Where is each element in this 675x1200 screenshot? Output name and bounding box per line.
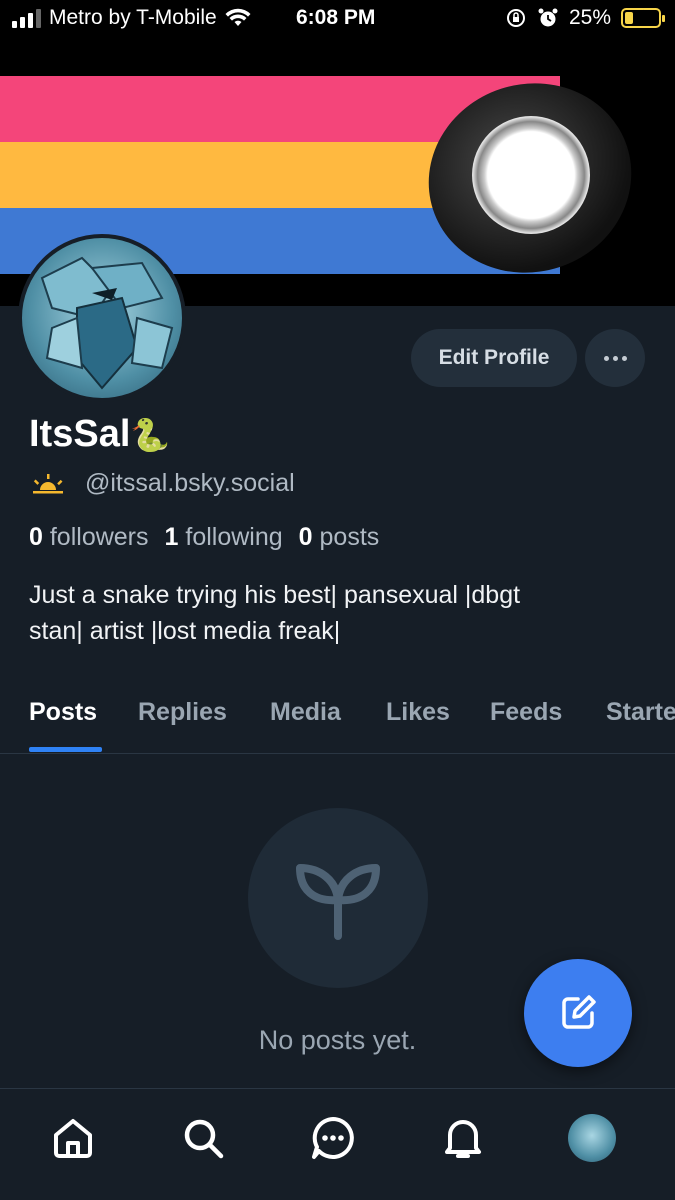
edit-profile-button[interactable]: Edit Profile	[411, 329, 577, 387]
bio-line-2: stan| artist |lost media freak|	[29, 617, 341, 645]
avatar-artwork	[40, 256, 174, 390]
bolt-icon: ⚡	[633, 7, 646, 27]
orientation-lock-icon	[506, 9, 525, 27]
tab-posts[interactable]: Posts	[29, 698, 97, 727]
tab-media[interactable]: Media	[270, 698, 341, 727]
active-tab-indicator	[29, 747, 102, 752]
wifi-icon	[225, 8, 251, 26]
nav-home[interactable]	[48, 1113, 98, 1163]
carrier-name: Metro by T-Mobile	[49, 6, 217, 29]
profile-tabs: Posts Replies Media Likes Feeds Starter …	[0, 690, 675, 754]
banner-disc-center	[472, 116, 590, 234]
tab-starter-packs[interactable]: Starter Packs	[606, 698, 675, 727]
chat-icon	[312, 1117, 354, 1159]
sunrise-icon	[33, 473, 63, 493]
compose-post-button[interactable]	[524, 959, 632, 1067]
home-icon	[54, 1119, 92, 1158]
posts-stat: 0 posts	[298, 523, 380, 551]
profile-stats: 0 followers 1 following 0 posts	[29, 523, 379, 552]
nav-chat[interactable]	[308, 1113, 358, 1163]
profile-bio: Just a snake trying his best| pansexual …	[29, 577, 649, 649]
following-stat[interactable]: 1 following	[165, 523, 283, 552]
tab-feeds[interactable]: Feeds	[490, 698, 562, 727]
handle-row: @itssal.bsky.social	[31, 469, 295, 498]
battery-fill	[625, 12, 633, 24]
tab-replies[interactable]: Replies	[138, 698, 227, 727]
more-icon	[603, 355, 609, 361]
battery-charging-icon: ⚡	[621, 7, 665, 28]
search-icon	[184, 1119, 224, 1159]
more-options-button[interactable]	[585, 329, 645, 387]
bell-icon	[445, 1120, 481, 1158]
empty-state-badge	[248, 808, 428, 988]
compose-icon	[562, 995, 596, 1029]
status-time: 6:08 PM	[296, 6, 376, 29]
handle[interactable]: @itssal.bsky.social	[85, 469, 295, 498]
bottom-nav	[0, 1088, 675, 1200]
sprout-icon	[296, 864, 380, 940]
signal-icon	[12, 8, 41, 28]
nav-notifications[interactable]	[438, 1113, 488, 1163]
bio-line-1: Just a snake trying his best| pansexual …	[29, 581, 521, 609]
alarm-icon	[538, 8, 558, 27]
nav-search[interactable]	[178, 1113, 228, 1163]
status-left: Metro by T-Mobile	[12, 6, 251, 30]
display-name: ItsSal🐍	[29, 413, 170, 456]
status-bar: Metro by T-Mobile 6:08 PM 25% ⚡	[0, 0, 675, 38]
profile-avatar-icon	[568, 1114, 616, 1162]
followers-stat[interactable]: 0 followers	[29, 523, 149, 552]
nav-profile[interactable]	[567, 1113, 617, 1163]
battery-percent: 25%	[568, 6, 611, 29]
display-name-text: ItsSal	[29, 413, 131, 455]
status-right: 25% ⚡	[505, 6, 665, 30]
snake-emoji: 🐍	[130, 417, 171, 453]
tab-likes[interactable]: Likes	[386, 698, 450, 727]
profile-avatar[interactable]	[18, 234, 186, 402]
